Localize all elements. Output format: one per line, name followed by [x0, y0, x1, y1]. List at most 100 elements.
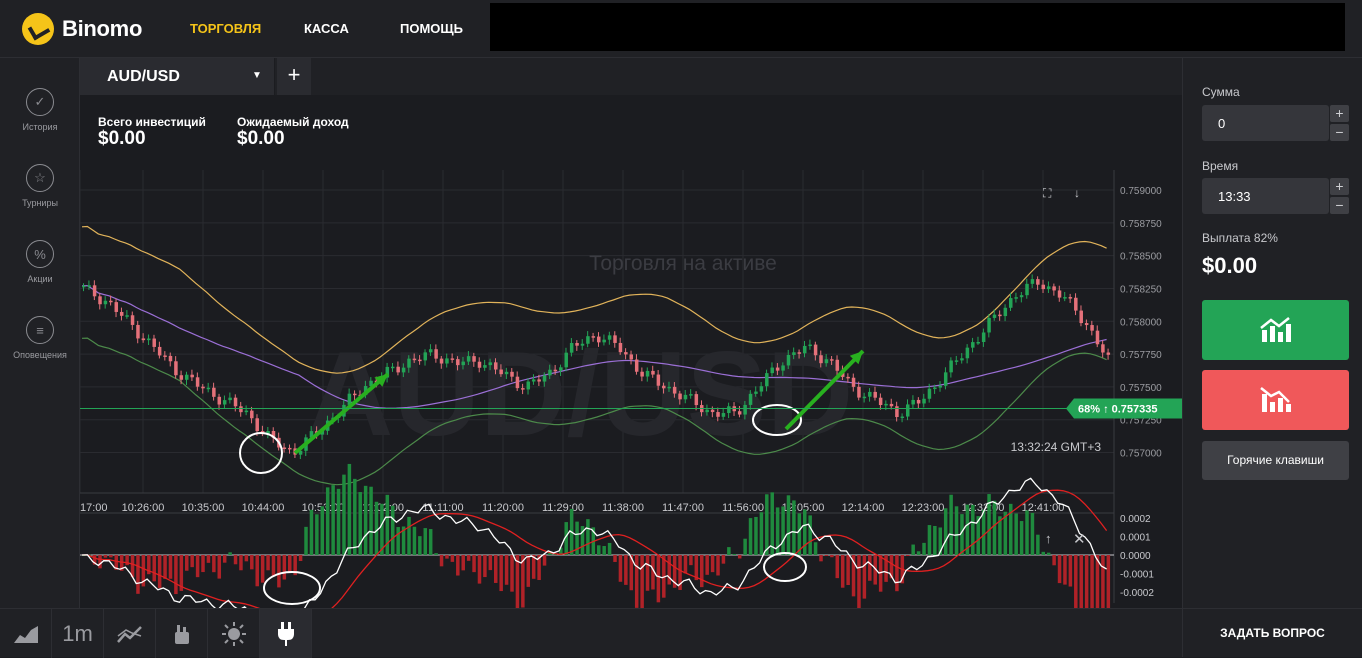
chart-type-button[interactable]: [0, 609, 52, 658]
bottom-toolbar: 1m: [0, 608, 1182, 658]
candle-down: [851, 377, 856, 387]
oscillator-bar: [98, 555, 102, 569]
oscillator-bar: [786, 495, 791, 555]
sidebar-item-history[interactable]: ✓ История: [0, 88, 80, 132]
candle-down: [678, 393, 682, 400]
scroll-down-icon: ↓: [1074, 186, 1080, 200]
hotkeys-button[interactable]: Горячие клавиши: [1202, 441, 1349, 480]
candle-up: [906, 404, 910, 417]
candle-up: [1014, 297, 1018, 299]
oscillator-bar: [927, 525, 932, 555]
nav-cash[interactable]: КАССА: [304, 21, 349, 36]
candle-up: [786, 354, 791, 366]
call-up-button[interactable]: [1202, 300, 1349, 360]
theme-button[interactable]: [208, 609, 260, 658]
indicators-button[interactable]: [104, 609, 156, 658]
time-tick-label: 10:35:00: [182, 502, 225, 514]
candle-up: [423, 352, 428, 361]
candle-down: [537, 379, 541, 382]
price-tick-label: 0.757000: [1120, 449, 1162, 460]
candle-down: [662, 385, 666, 389]
add-asset-button[interactable]: +: [277, 58, 311, 95]
candle-down: [288, 447, 292, 450]
sum-input[interactable]: 0: [1202, 105, 1329, 141]
candle-down: [835, 359, 840, 371]
price-tick-label: 0.758250: [1120, 284, 1162, 295]
sidebar-item-promotions[interactable]: % Акции: [0, 240, 80, 284]
price-tick-label: 0.758750: [1120, 219, 1162, 230]
plug-icon: [277, 621, 294, 646]
indicators-icon: [116, 625, 142, 643]
candle-down: [819, 355, 823, 364]
oscillator-bar: [683, 555, 688, 574]
logo-icon: [22, 13, 54, 45]
put-down-button[interactable]: [1202, 370, 1349, 430]
oscillator-bar: [954, 506, 959, 555]
sidebar-item-label: История: [22, 122, 58, 132]
oscillator-bar: [922, 542, 926, 555]
top-bar: Binomo ТОРГОВЛЯ КАССА ПОМОЩЬ: [0, 0, 1362, 58]
candle-up: [721, 413, 726, 417]
oscillator-bar: [634, 555, 639, 608]
oscillator-bar: [488, 555, 493, 571]
candle-up: [824, 359, 829, 364]
candle-down: [857, 386, 861, 398]
sum-decrease-button[interactable]: −: [1330, 124, 1349, 141]
oscillator-bar: [109, 555, 113, 558]
candle-up: [531, 379, 536, 382]
oscillator-bar: [428, 529, 433, 555]
time-input[interactable]: 13:33: [1202, 178, 1329, 214]
chart-area[interactable]: Всего инвестиций $0.00 Ожидаемый доход $…: [80, 95, 1182, 608]
price-chart[interactable]: AUD/USD Торговля на активе 0.759000 0.758…: [80, 95, 1182, 608]
candle-up: [922, 398, 926, 404]
candle-down: [168, 355, 173, 362]
timeframe-button[interactable]: 1m: [52, 609, 104, 658]
oscillator-bar: [1090, 555, 1094, 608]
chart-up-icon: [1259, 317, 1291, 342]
time-label: Время: [1202, 159, 1239, 173]
candle-down: [239, 406, 243, 413]
ask-question-button[interactable]: ЗАДАТЬ ВОПРОС: [1182, 608, 1362, 657]
fullscreen-icon: ⛶: [1042, 186, 1052, 200]
time-decrease-button[interactable]: −: [1330, 197, 1349, 214]
oscillator-bar: [369, 486, 373, 555]
oscillator-bar: [298, 555, 303, 561]
oscillator-tick-label: 0.0000: [1120, 551, 1151, 562]
oscillator-bar: [1030, 512, 1035, 555]
candle-down: [895, 406, 899, 418]
asset-selector[interactable]: AUD/USD ▼: [80, 58, 275, 95]
oscillator-bar: [526, 555, 531, 587]
sum-increase-button[interactable]: +: [1330, 105, 1349, 122]
time-increase-button[interactable]: +: [1330, 178, 1349, 195]
sidebar-item-tournaments[interactable]: ☆ Турниры: [0, 164, 80, 208]
candle-down: [141, 338, 146, 341]
candle-down: [1052, 286, 1056, 291]
nav-help[interactable]: ПОМОЩЬ: [400, 21, 463, 36]
oscillator-bar: [1106, 555, 1111, 608]
candle-down: [109, 300, 113, 303]
oscillator-bar: [830, 555, 834, 558]
oscillator-bar: [228, 552, 232, 555]
oscillator-bar: [212, 555, 216, 573]
oscillator-bar: [586, 519, 590, 555]
connection-button[interactable]: [260, 609, 312, 658]
candle-down: [212, 387, 216, 397]
oscillator-bar: [1014, 513, 1018, 555]
candle-up: [228, 397, 232, 401]
nav-trade[interactable]: ТОРГОВЛЯ: [190, 21, 261, 36]
oscillator-bar: [1036, 534, 1040, 555]
drawing-tools-button[interactable]: [156, 609, 208, 658]
candle-up: [765, 373, 769, 387]
candle-down: [1068, 297, 1073, 299]
oscillator-bar: [700, 555, 704, 588]
candle-down: [575, 343, 579, 346]
candle-down: [1079, 310, 1083, 324]
candle-down: [157, 346, 162, 356]
oscillator-bar: [347, 463, 352, 555]
candle-down: [174, 361, 178, 376]
sidebar-item-notifications[interactable]: ≡ Оповещения: [0, 316, 80, 360]
brand-logo[interactable]: Binomo: [22, 13, 142, 45]
oscillator-bar: [992, 500, 997, 555]
price-tick-label: 0.758000: [1120, 317, 1162, 328]
trade-panel: Сумма 0 + − Время 13:33 + − Выплата 82% …: [1182, 58, 1362, 657]
